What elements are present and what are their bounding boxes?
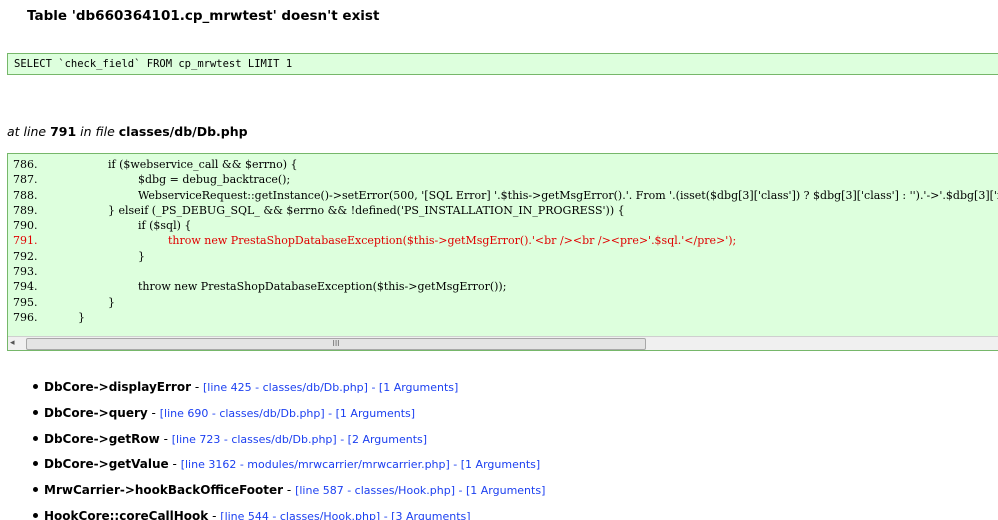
error-title: Table 'db660364101.cp_mrwtest' doesn't e… (27, 8, 380, 24)
code-line: 790. if ($sql) { (8, 218, 998, 233)
code-line-text: WebserviceRequest::getInstance()->setErr… (138, 188, 998, 202)
error-location: at line 791 in file classes/db/Db.php (7, 124, 248, 139)
backtrace-item: DbCore->query - [line 690 - classes/db/D… (33, 405, 545, 431)
code-line-number: 789. (13, 203, 38, 217)
code-line-number: 796. (13, 310, 38, 324)
sql-query-box: SELECT `check_field` FROM cp_mrwtest LIM… (7, 53, 998, 75)
backtrace-function: DbCore->displayError (44, 380, 191, 394)
code-line: 791. throw new PrestaShopDatabaseExceptio… (8, 233, 998, 248)
bullet-icon (33, 435, 38, 441)
backtrace-function: DbCore->query (44, 405, 148, 420)
code-line: 795.} (8, 295, 998, 310)
backtrace-info-link[interactable]: [line 587 - classes/Hook.php] - [1 Argum… (295, 484, 545, 497)
at-line-prefix: at line (7, 124, 47, 139)
backtrace-info-link[interactable]: [line 723 - classes/db/Db.php] - [2 Argu… (172, 433, 427, 446)
bullet-icon (33, 461, 38, 467)
code-line-number: 795. (13, 295, 38, 309)
scroll-left-arrow-icon[interactable]: ◂ (10, 337, 15, 350)
code-line-text: throw new PrestaShopDatabaseException($t… (168, 234, 737, 248)
code-line-number: 791. (13, 234, 38, 248)
backtrace-info-link[interactable]: [line 544 - classes/Hook.php] - [3 Argum… (220, 510, 470, 520)
code-line-text: throw new PrestaShopDatabaseException($t… (138, 280, 507, 294)
backtrace-list: DbCore->displayError - [line 425 - class… (33, 379, 545, 520)
code-line-number: 788. (13, 188, 38, 202)
backtrace-function: MrwCarrier->hookBackOfficeFooter (44, 483, 284, 498)
code-line: 793. (8, 264, 998, 279)
scrollbar-thumb[interactable]: III (26, 338, 646, 350)
backtrace-item: DbCore->displayError - [line 425 - class… (33, 379, 545, 405)
backtrace-separator: - (286, 483, 292, 498)
bullet-icon (33, 512, 38, 518)
code-line-text: } (78, 310, 85, 324)
backtrace-info-link[interactable]: [line 690 - classes/db/Db.php] - [1 Argu… (160, 407, 415, 420)
code-line: 792.} (8, 249, 998, 264)
in-file-prefix: in file (80, 124, 115, 139)
code-line: 796.} (8, 310, 998, 325)
backtrace-separator: - (172, 457, 177, 472)
backtrace-item: HookCore::coreCallHook - [line 544 - cla… (33, 508, 545, 520)
code-line-text: } (138, 249, 145, 263)
code-line-text: if ($webservice_call && $errno) { (108, 158, 298, 171)
backtrace-function: DbCore->getValue (44, 457, 169, 472)
bullet-icon (33, 384, 38, 389)
backtrace-item: DbCore->getRow - [line 723 - classes/db/… (33, 431, 545, 457)
code-line-number: 787. (13, 173, 38, 187)
backtrace-separator: - (151, 405, 156, 420)
code-line: 788. WebserviceRequest::getInstance()->se… (8, 188, 998, 203)
error-line-number: 791 (50, 124, 77, 139)
backtrace-item: DbCore->getValue - [line 3162 - modules/… (33, 456, 545, 482)
bullet-icon (33, 409, 38, 415)
horizontal-scrollbar[interactable]: ◂ III (8, 336, 998, 350)
code-line: 787. $dbg = debug_backtrace(); (8, 172, 998, 187)
code-line: 786. if ($webservice_call && $errno) { (8, 157, 998, 172)
code-line: 789. } elseif (_PS_DEBUG_SQL_ && $errno &… (8, 203, 998, 218)
code-line-number: 792. (13, 249, 38, 263)
code-excerpt-box: 786. if ($webservice_call && $errno) {787… (7, 153, 998, 351)
code-line: 794. throw new PrestaShopDatabaseExceptio… (8, 279, 998, 294)
code-line-text: if ($sql) { (138, 219, 192, 233)
backtrace-info-link[interactable]: [line 3162 - modules/mrwcarrier/mrwcarri… (181, 458, 540, 471)
code-line-number: 793. (13, 265, 38, 279)
code-line-text: $dbg = debug_backtrace(); (138, 173, 291, 187)
backtrace-function: HookCore::coreCallHook (44, 508, 209, 520)
backtrace-separator: - (163, 431, 168, 446)
code-line-number: 794. (13, 280, 38, 294)
backtrace-item: MrwCarrier->hookBackOfficeFooter - [line… (33, 482, 545, 508)
code-line-text: } elseif (_PS_DEBUG_SQL_ && $errno && !d… (108, 203, 625, 217)
backtrace-separator: - (194, 380, 200, 394)
code-line-number: 786. (13, 158, 38, 171)
code-line-text: } (108, 295, 115, 309)
bullet-icon (33, 487, 38, 493)
backtrace-function: DbCore->getRow (44, 431, 160, 446)
code-line-number: 790. (13, 219, 38, 233)
backtrace-separator: - (212, 508, 217, 520)
backtrace-info-link[interactable]: [line 425 - classes/db/Db.php] - [1 Argu… (203, 381, 458, 394)
error-file-path: classes/db/Db.php (118, 124, 248, 139)
code-lines: 786. if ($webservice_call && $errno) {787… (8, 157, 998, 325)
